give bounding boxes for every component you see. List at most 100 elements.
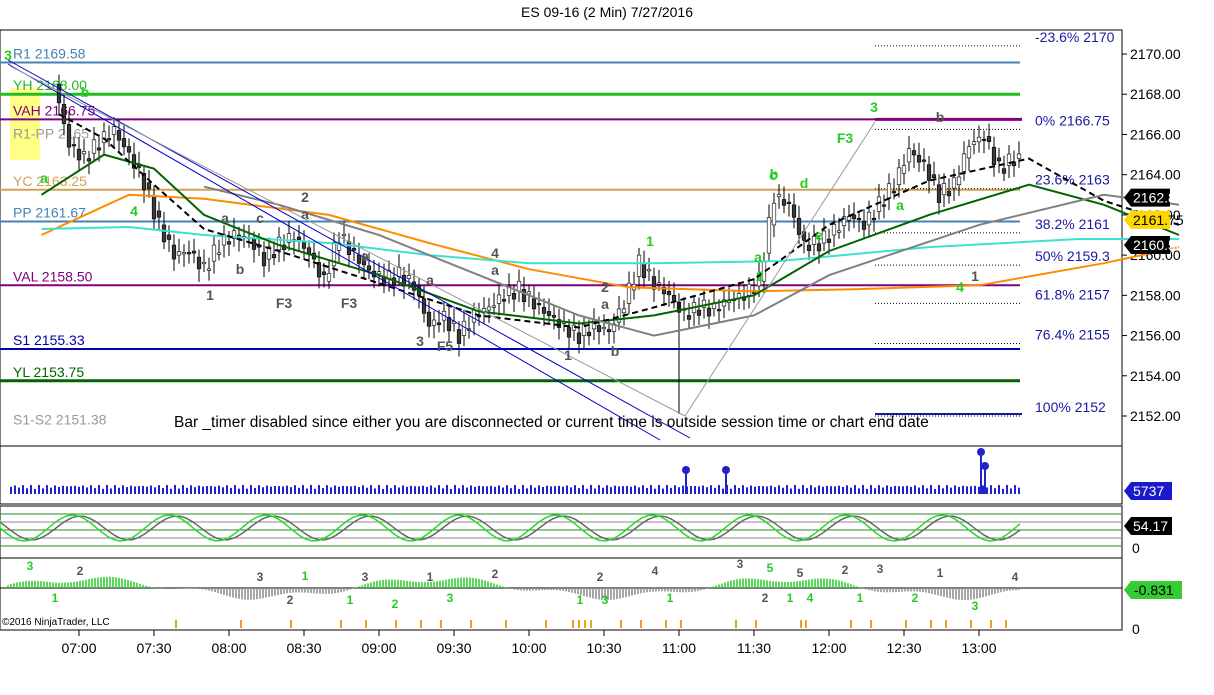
y-tick-label: 2154.00: [1130, 368, 1181, 384]
candle: [906, 148, 912, 163]
wave-label-gray: 2: [601, 279, 609, 295]
fib-label: 76.4% 2155: [1035, 327, 1110, 343]
candle: [931, 174, 937, 178]
session-tick: [665, 620, 667, 628]
volume-bar: [670, 487, 672, 494]
candle: [746, 283, 752, 296]
session-tick: [990, 620, 992, 628]
candle: [161, 224, 167, 243]
macd-wave-label: 1: [937, 566, 944, 580]
macd-wave-label: 2: [77, 564, 84, 578]
volume-bar: [690, 486, 692, 494]
wave-label-gray: 4: [491, 245, 499, 261]
volume-bar: [962, 485, 964, 494]
candle: [601, 326, 607, 330]
x-tick-label: 10:30: [586, 640, 621, 656]
candle: [831, 224, 837, 236]
x-tick-label: 08:30: [286, 640, 321, 656]
candle: [871, 217, 877, 221]
volume-bar: [706, 487, 708, 494]
macd-wave-label: 1: [787, 591, 794, 605]
candle: [226, 241, 232, 245]
y-tick-label: 2156.00: [1130, 328, 1181, 344]
volume-bar: [54, 485, 56, 494]
macd-wave-label: 1: [577, 593, 584, 607]
volume-bar: [938, 485, 940, 494]
candle: [271, 254, 277, 259]
volume-bar: [666, 485, 668, 494]
candle: [96, 147, 102, 151]
volume-bar: [210, 486, 212, 494]
volume-bar: [366, 487, 368, 494]
volume-bar: [930, 485, 932, 494]
candle: [436, 322, 442, 326]
volume-bar: [502, 487, 504, 494]
candle: [461, 320, 467, 336]
volume-bar: [102, 488, 104, 494]
session-tick: [545, 620, 547, 628]
volume-bar: [202, 486, 204, 494]
volume-bar: [886, 485, 888, 494]
price-chart[interactable]: 2170.002168.002166.002164.002162.002160.…: [0, 0, 1214, 695]
volume-bar: [266, 485, 268, 494]
volume-bar: [622, 486, 624, 494]
volume-bar: [934, 488, 936, 494]
session-tick: [870, 620, 872, 628]
x-tick-label: 10:00: [511, 640, 546, 656]
volume-bar: [574, 485, 576, 494]
candle: [696, 309, 702, 316]
session-tick: [1005, 620, 1007, 628]
volume-bar: [854, 485, 856, 494]
volume-bar: [98, 485, 100, 494]
candle: [636, 254, 642, 277]
pivot-label: VAH 2166.75: [13, 102, 95, 118]
wave-label-green: F3: [837, 130, 854, 146]
pivot-label: S1-S2 2151.38: [13, 411, 107, 427]
candle: [976, 136, 982, 143]
fib-label: -23.6% 2170: [1035, 29, 1115, 45]
wave-label-gray: 1: [564, 347, 572, 363]
volume-bar: [850, 487, 852, 494]
volume-bar: [58, 486, 60, 494]
volume-bar: [946, 485, 948, 494]
volume-bar: [182, 485, 184, 494]
volume-bar: [718, 485, 720, 494]
candle: [261, 252, 267, 267]
volume-bar: [526, 488, 528, 494]
candle: [486, 306, 492, 311]
volume-bar: [1018, 487, 1020, 494]
volume-bar: [638, 487, 640, 494]
candle: [71, 144, 77, 147]
copyright-text: ©2016 NinjaTrader, LLC: [2, 617, 110, 628]
session-tick: [420, 620, 422, 628]
volume-bar: [170, 488, 172, 494]
volume-bar: [750, 485, 752, 494]
candle: [551, 315, 557, 318]
session-tick: [905, 620, 907, 628]
volume-bar: [802, 485, 804, 494]
wave-label-green: 2: [756, 268, 764, 284]
oscillator-value-label: 54.17: [1133, 518, 1168, 534]
volume-bar: [258, 485, 260, 494]
macd-wave-label: 3: [27, 559, 34, 573]
y-tick-label: 2170.00: [1130, 46, 1181, 62]
volume-bar: [70, 486, 72, 494]
candle: [791, 204, 797, 218]
volume-bar: [482, 486, 484, 494]
volume-bar: [82, 485, 84, 494]
candle: [146, 182, 152, 190]
session-tick: [340, 620, 342, 628]
candle: [566, 327, 572, 338]
volume-bar: [910, 486, 912, 494]
candle: [151, 196, 157, 220]
candle: [936, 184, 942, 203]
wave-label-green: 4: [956, 279, 964, 295]
volume-bar: [26, 488, 28, 494]
macd-wave-label: 4: [652, 564, 659, 578]
x-tick-label: 12:00: [811, 640, 846, 656]
volume-bar: [906, 485, 908, 494]
wave-label-gray: a: [601, 296, 609, 312]
volume-bar: [458, 488, 460, 494]
volume-bar: [746, 487, 748, 494]
volume-bar: [234, 485, 236, 494]
